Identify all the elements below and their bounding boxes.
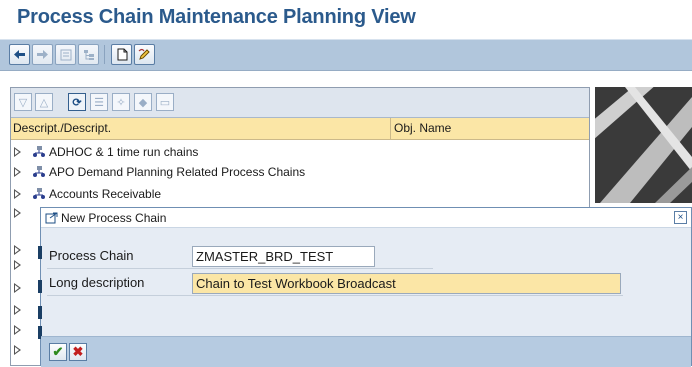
settings-icon: ✧ [116, 96, 126, 109]
display-button[interactable] [55, 44, 76, 65]
decorative-image [595, 87, 692, 203]
process-chain-label: Process Chain [49, 248, 134, 263]
tree-column-header: Descript./Descript. Obj. Name [11, 118, 589, 140]
confirm-check-icon: ✔ [52, 344, 64, 359]
process-chain-icon [33, 146, 45, 157]
tree-row-label: APO Demand Planning Related Process Chai… [49, 165, 306, 179]
window-icon [45, 212, 58, 224]
tree-toolbar: ▽ △ ⟳ ☰ ✧ ◆ ▭ [11, 88, 589, 118]
column-object-name[interactable]: Obj. Name [392, 118, 589, 140]
refresh-icon: ⟳ [72, 96, 82, 109]
expand-node-icon[interactable] [14, 325, 21, 335]
dialog-title: New Process Chain [61, 211, 167, 225]
hierarchy-icon [83, 49, 94, 60]
new-button[interactable] [111, 44, 132, 65]
expand-node-icon[interactable] [14, 147, 21, 157]
new-process-chain-dialog: New Process Chain × Process Chain ZMASTE… [38, 207, 692, 367]
collapse-all-button[interactable]: △ [35, 93, 53, 111]
expand-node-icon[interactable] [14, 283, 21, 293]
toolbar-separator [104, 45, 105, 64]
tag-icon: ◆ [138, 96, 148, 109]
dialog-footer: ✔ ✖ [41, 336, 691, 367]
expand-all-button[interactable]: ▽ [14, 93, 32, 111]
expand-node-icon[interactable] [14, 245, 21, 255]
tag-button[interactable]: ◆ [134, 93, 152, 111]
node-structure-icon: ☰ [94, 96, 104, 109]
process-chain-icon [33, 188, 45, 199]
collapse-all-icon: △ [39, 96, 49, 109]
long-description-input[interactable]: Chain to Test Workbook Broadcast [192, 273, 621, 294]
tree-row[interactable]: Accounts Receivable [11, 184, 589, 204]
field-row-process-chain: Process Chain ZMASTER_BRD_TEST [47, 246, 433, 269]
close-icon: × [677, 212, 684, 223]
process-chain-icon [33, 166, 45, 177]
tree-row-label: Accounts Receivable [49, 187, 162, 201]
back-button[interactable] [9, 44, 30, 65]
document-button[interactable]: ▭ [156, 93, 174, 111]
main-toolbar [0, 39, 692, 71]
expand-node-icon[interactable] [14, 260, 21, 270]
forward-arrow-icon [37, 50, 48, 59]
node-structure-button[interactable]: ☰ [90, 93, 108, 111]
expand-node-icon[interactable] [14, 345, 21, 355]
new-document-icon [117, 48, 127, 61]
expand-node-icon[interactable] [14, 167, 21, 177]
tree-row[interactable]: APO Demand Planning Related Process Chai… [11, 162, 589, 182]
hierarchy-button[interactable] [78, 44, 99, 65]
edit-button[interactable] [134, 44, 155, 65]
field-row-long-description: Long description Chain to Test Workbook … [47, 273, 623, 296]
expand-node-icon[interactable] [14, 189, 21, 199]
background-picture [595, 87, 692, 203]
back-arrow-icon [14, 50, 25, 59]
refresh-button[interactable]: ⟳ [68, 93, 86, 111]
process-chain-input[interactable]: ZMASTER_BRD_TEST [192, 246, 375, 267]
cancel-button[interactable]: ✖ [69, 343, 87, 361]
edit-icon [138, 48, 150, 60]
expand-all-icon: ▽ [18, 96, 28, 109]
settings-button[interactable]: ✧ [112, 93, 130, 111]
page-title: Process Chain Maintenance Planning View [17, 6, 416, 28]
confirm-button[interactable]: ✔ [49, 343, 67, 361]
document-icon: ▭ [159, 96, 171, 109]
tree-edge-marker [38, 246, 42, 259]
tree-edge-marker [38, 280, 42, 293]
forward-button[interactable] [32, 44, 53, 65]
display-icon [60, 49, 71, 60]
cancel-x-icon: ✖ [72, 344, 84, 359]
long-description-label: Long description [49, 275, 145, 290]
close-button[interactable]: × [674, 211, 687, 224]
expand-node-icon[interactable] [14, 305, 21, 315]
tree-row[interactable]: ADHOC & 1 time run chains [11, 142, 589, 162]
expand-node-icon[interactable] [14, 208, 21, 218]
tree-row-label: ADHOC & 1 time run chains [49, 145, 199, 159]
tree-edge-marker [38, 306, 42, 319]
dialog-title-bar: New Process Chain × [41, 208, 691, 228]
column-description[interactable]: Descript./Descript. [11, 118, 391, 140]
